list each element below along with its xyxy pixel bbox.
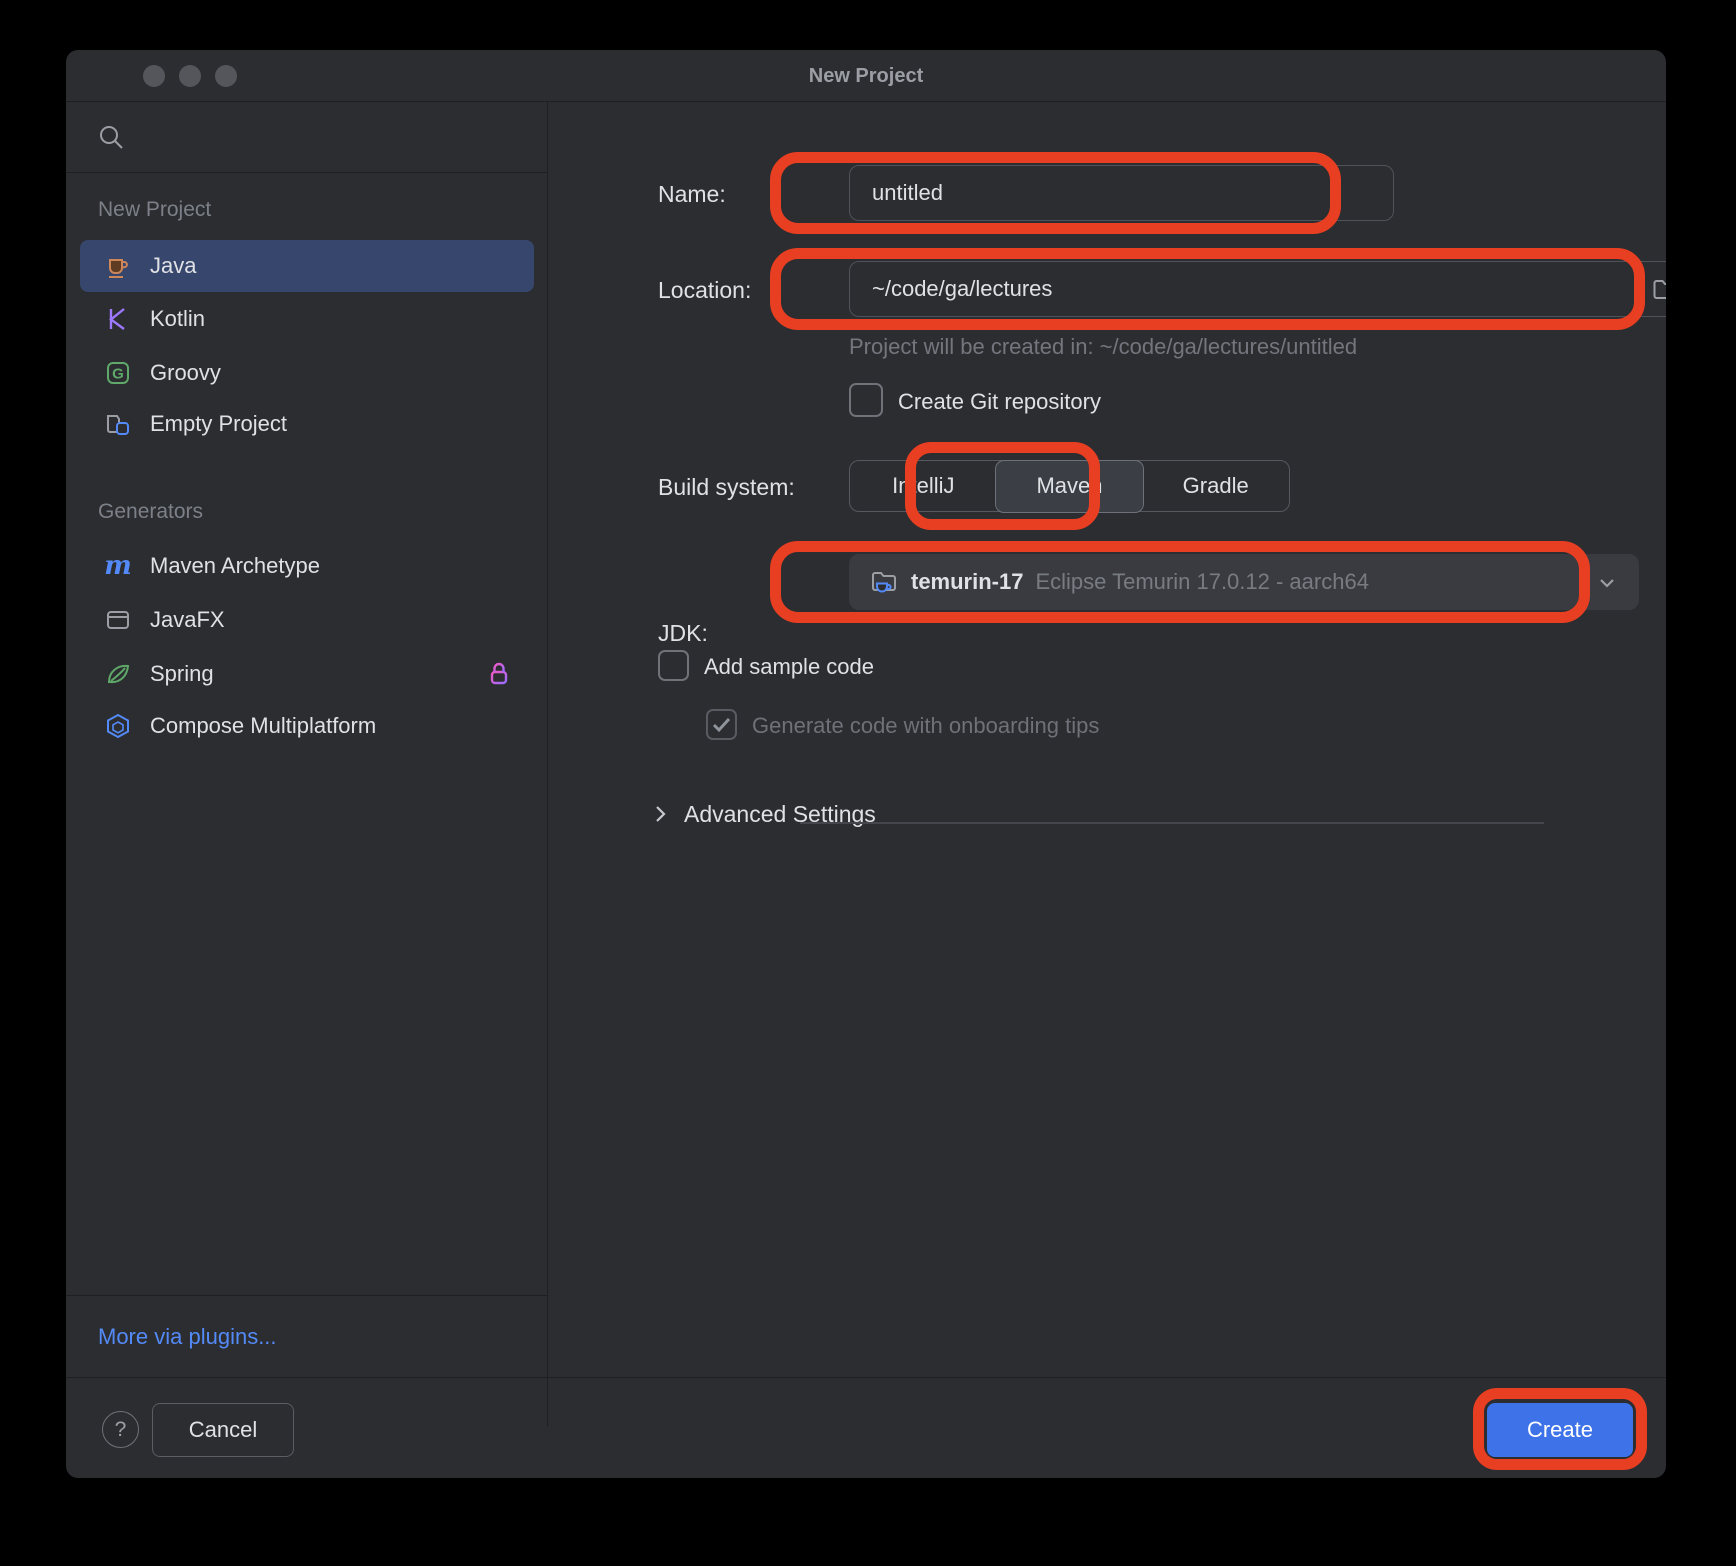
create-button[interactable]: Create	[1487, 1403, 1633, 1457]
empty-project-icon	[104, 410, 132, 438]
sidebar-search[interactable]	[66, 102, 547, 173]
sidebar-item-compose-multiplatform[interactable]: Compose Multiplatform	[80, 700, 534, 752]
cancel-button[interactable]: Cancel	[152, 1403, 294, 1457]
sidebar-section-generators: Generators	[98, 500, 203, 524]
build-system-segmented-control: IntelliJ Maven Gradle	[849, 460, 1290, 512]
onboarding-tips-checkbox[interactable]	[706, 709, 737, 740]
kotlin-icon	[104, 305, 132, 333]
sidebar: New Project Java Kotlin	[66, 102, 548, 1427]
add-sample-code-label: Add sample code	[704, 654, 874, 680]
chevron-right-icon[interactable]	[648, 802, 672, 826]
jdk-dropdown[interactable]: temurin-17 Eclipse Temurin 17.0.12 - aar…	[849, 554, 1639, 610]
sidebar-item-groovy[interactable]: G Groovy	[80, 347, 534, 399]
git-checkbox-label: Create Git repository	[898, 389, 1101, 415]
sidebar-item-javafx[interactable]: JavaFX	[80, 594, 534, 646]
sidebar-item-label: Java	[150, 253, 196, 279]
help-question-mark: ?	[115, 1418, 127, 1442]
git-checkbox[interactable]	[849, 383, 883, 417]
sidebar-item-label: Compose Multiplatform	[150, 713, 376, 739]
sidebar-item-java[interactable]: Java	[80, 240, 534, 292]
jdk-label: JDK:	[658, 620, 708, 647]
add-sample-code-checkbox[interactable]	[658, 650, 689, 681]
location-input[interactable]: ~/code/ga/lectures	[849, 261, 1666, 317]
build-option-gradle[interactable]: Gradle	[1142, 461, 1289, 511]
compose-hexagon-icon	[104, 712, 132, 740]
browse-folder-icon[interactable]	[1651, 276, 1666, 304]
sidebar-item-maven-archetype[interactable]: m Maven Archetype	[80, 540, 534, 592]
svg-text:m: m	[104, 552, 132, 580]
chevron-down-icon	[1595, 571, 1619, 595]
java-cup-icon	[104, 252, 132, 280]
jdk-selected-detail: Eclipse Temurin 17.0.12 - aarch64	[1035, 569, 1368, 595]
name-value: untitled	[872, 180, 943, 206]
sidebar-item-label: JavaFX	[150, 607, 225, 633]
sidebar-item-label: Groovy	[150, 360, 221, 386]
dialog-footer: ? Cancel Create	[66, 1377, 1666, 1478]
lock-icon	[484, 659, 514, 689]
maven-m-icon: m	[104, 552, 132, 580]
sidebar-section-new-project: New Project	[98, 198, 211, 222]
screenshot-stage: New Project New Project Java	[0, 0, 1736, 1566]
spring-leaf-icon	[104, 660, 132, 688]
name-input[interactable]: untitled	[849, 165, 1394, 221]
onboarding-tips-label: Generate code with onboarding tips	[752, 713, 1099, 739]
javafx-window-icon	[104, 606, 132, 634]
sidebar-item-label: Empty Project	[150, 411, 287, 437]
sidebar-item-spring[interactable]: Spring	[80, 648, 534, 700]
advanced-settings-divider	[800, 822, 1544, 824]
sidebar-item-label: Kotlin	[150, 306, 205, 332]
title-bar: New Project	[66, 50, 1666, 102]
build-option-maven[interactable]: Maven	[995, 460, 1144, 513]
name-label: Name:	[658, 181, 726, 208]
svg-text:G: G	[112, 366, 124, 383]
groovy-icon: G	[104, 359, 132, 387]
build-option-intellij[interactable]: IntelliJ	[850, 461, 997, 511]
location-value: ~/code/ga/lectures	[872, 276, 1052, 302]
sidebar-item-label: Maven Archetype	[150, 553, 320, 579]
search-icon	[96, 122, 128, 154]
location-label: Location:	[658, 277, 751, 304]
help-button[interactable]: ?	[102, 1411, 139, 1448]
new-project-dialog: New Project New Project Java	[66, 50, 1666, 1478]
sidebar-item-label: Spring	[150, 661, 214, 687]
sidebar-item-kotlin[interactable]: Kotlin	[80, 293, 534, 345]
more-via-plugins-link[interactable]: More via plugins...	[98, 1324, 277, 1350]
new-project-form: Name: untitled Location: ~/code/ga/lectu…	[548, 102, 1666, 1377]
advanced-settings-toggle[interactable]: Advanced Settings	[684, 801, 876, 828]
jdk-selected-name: temurin-17	[911, 569, 1023, 595]
build-system-label: Build system:	[658, 474, 795, 501]
sidebar-bottom-divider	[66, 1295, 547, 1296]
jdk-folder-icon	[869, 567, 899, 597]
window-title: New Project	[66, 50, 1666, 102]
sidebar-item-empty-project[interactable]: Empty Project	[80, 398, 534, 450]
location-hint: Project will be created in: ~/code/ga/le…	[849, 334, 1357, 360]
